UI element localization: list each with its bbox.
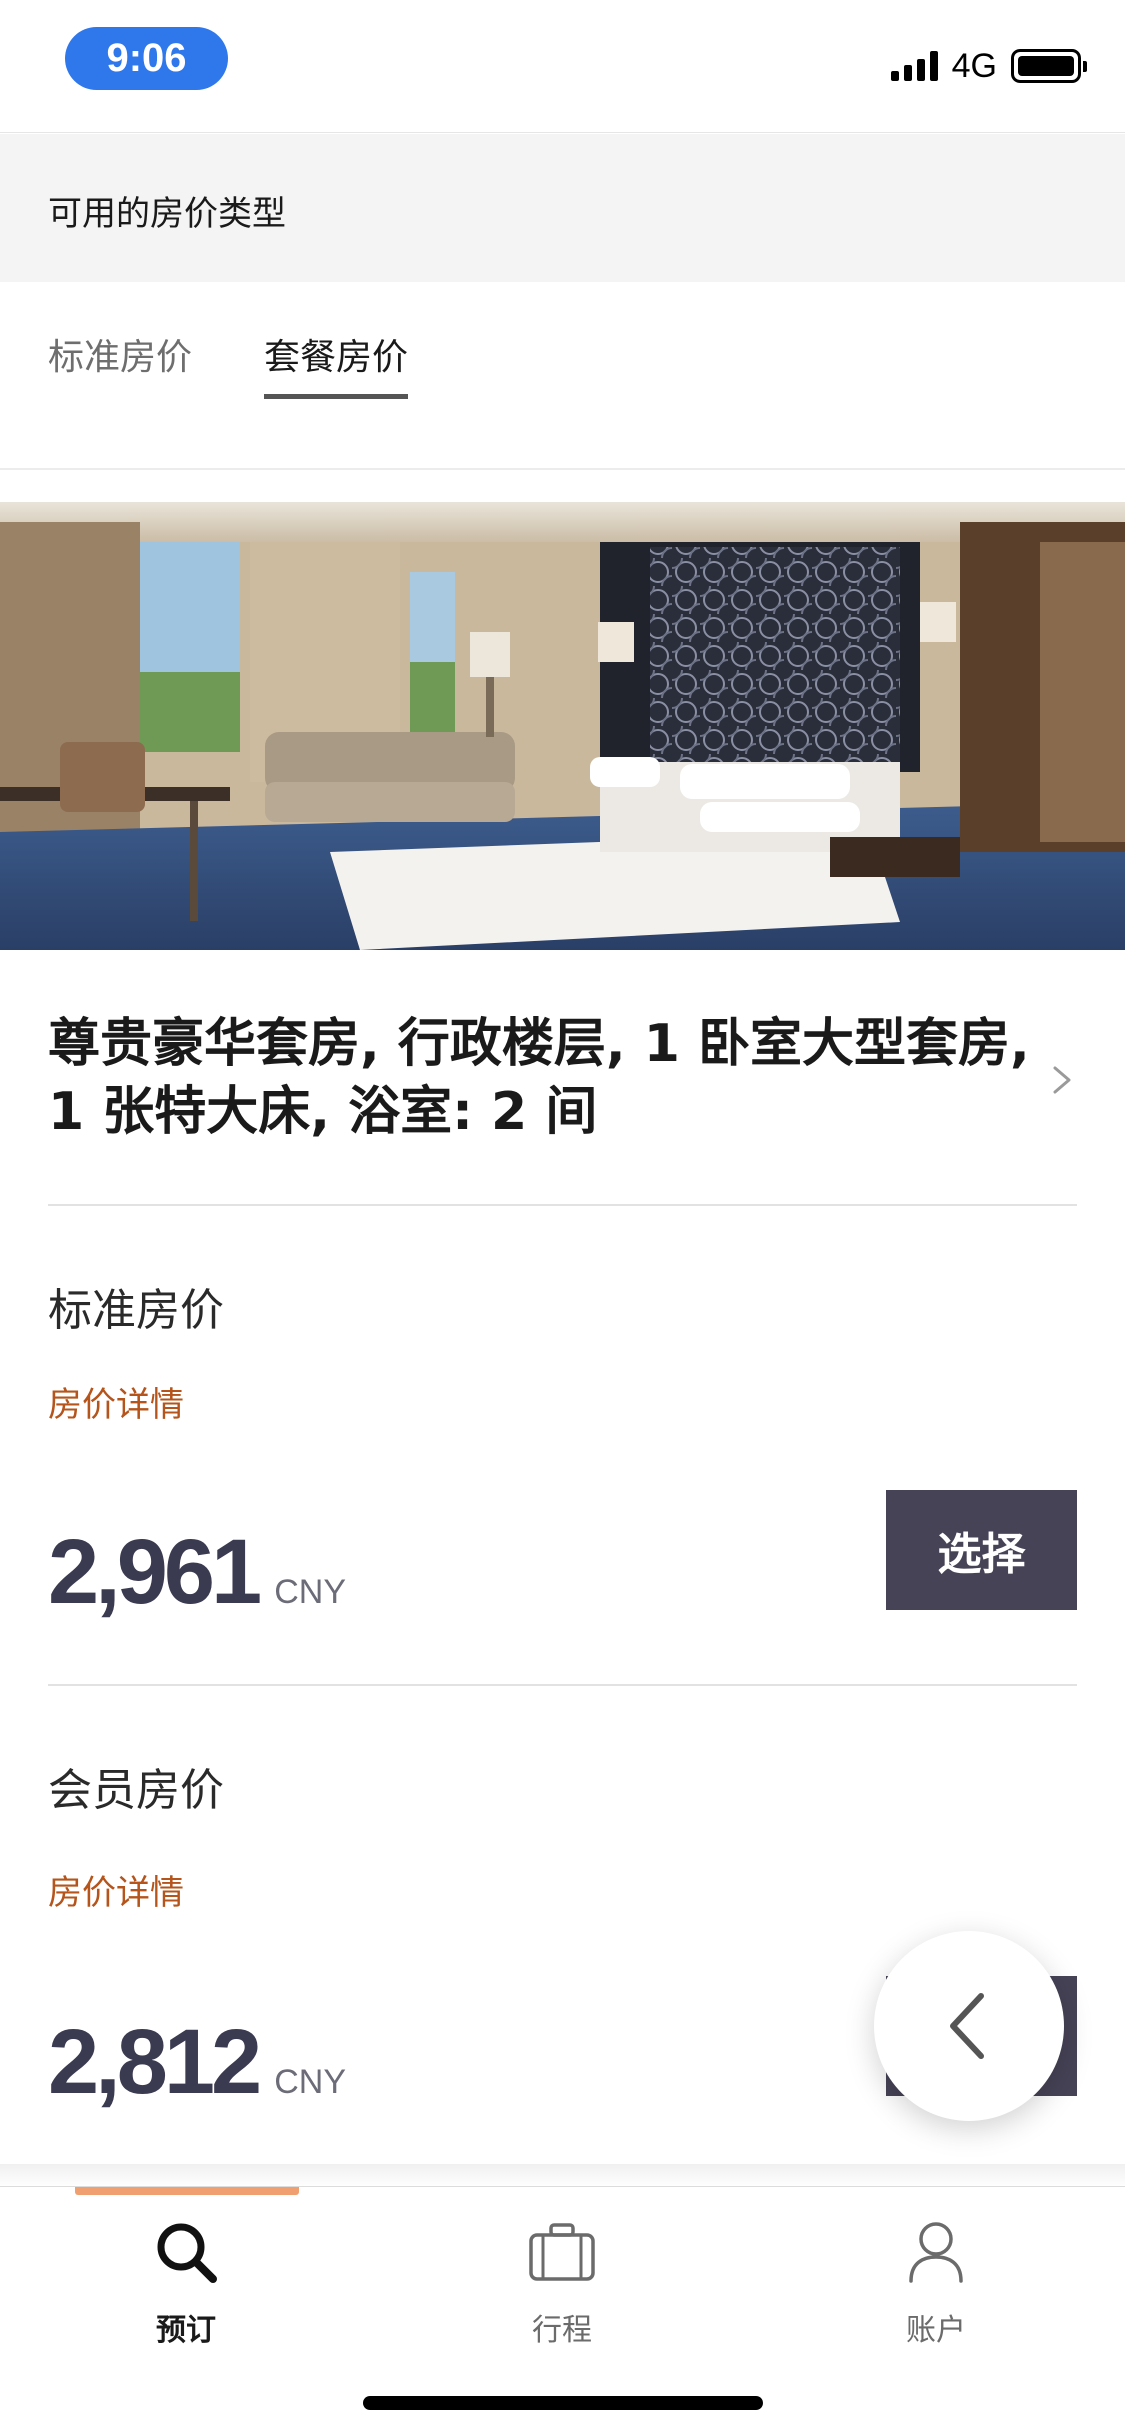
price-currency: CNY	[274, 1573, 347, 1611]
room-title-row[interactable]: 尊贵豪华套房, 行政楼层, 1 卧室大型套房, 1 张特大床, 浴室: 2 间	[0, 950, 1125, 1205]
room-title-line-2: 1 张特大床, 浴室: 2 间	[48, 1082, 598, 1142]
network-label: 4G	[951, 46, 997, 85]
home-indicator	[363, 2396, 763, 2410]
chevron-right-icon[interactable]	[1047, 1060, 1077, 1100]
rate-tabs: 标准房价 套餐房价	[0, 282, 1125, 422]
nav-label: 预订	[156, 2313, 216, 2348]
nav-label: 行程	[532, 2313, 592, 2348]
divider	[0, 2164, 1125, 2188]
status-time: 9:06	[65, 27, 228, 90]
nav-active-indicator	[75, 2187, 299, 2195]
section-header: 可用的房价类型	[0, 134, 1125, 282]
rate-price: 2,961 CNY	[48, 1520, 346, 1625]
tab-standard-rate[interactable]: 标准房价	[48, 328, 192, 394]
rate-name-member: 会员房价	[48, 1765, 224, 1816]
select-button[interactable]: 选择	[886, 1490, 1077, 1610]
rate-price: 2,812 CNY	[48, 2010, 346, 2115]
signal-icon	[890, 51, 938, 81]
section-title: 可用的房价类型	[48, 194, 286, 234]
room-title: 尊贵豪华套房, 行政楼层, 1 卧室大型套房, 1 张特大床, 浴室: 2 间	[48, 1010, 1038, 1146]
room-photo[interactable]	[0, 502, 1125, 950]
nav-label: 账户	[906, 2313, 966, 2348]
rate-details-link[interactable]: 房价详情	[48, 1865, 184, 1914]
nav-item-book[interactable]: 预订	[86, 2217, 286, 2349]
room-photo-illustration	[0, 502, 1125, 950]
nav-item-trips[interactable]: 行程	[462, 2217, 662, 2349]
price-value: 2,812	[48, 2011, 262, 2113]
rate-name-standard: 标准房价	[48, 1285, 224, 1336]
divider	[0, 422, 1125, 470]
nav-item-account[interactable]: 账户	[836, 2217, 1036, 2349]
room-title-line-1: 尊贵豪华套房, 行政楼层, 1 卧室大型套房,	[48, 1014, 1030, 1074]
briefcase-icon	[529, 2223, 595, 2281]
chevron-left-icon	[950, 1993, 984, 2059]
battery-icon	[1011, 49, 1087, 83]
rate-details-link[interactable]: 房价详情	[48, 1377, 184, 1426]
price-value: 2,961	[48, 1521, 262, 1623]
status-indicators: 4G	[890, 46, 1087, 86]
price-currency: CNY	[274, 2063, 347, 2101]
divider	[48, 1204, 1077, 1206]
tab-package-rate[interactable]: 套餐房价	[264, 328, 409, 399]
back-button[interactable]	[874, 1931, 1064, 2121]
user-icon	[909, 2222, 963, 2283]
search-icon	[157, 2223, 217, 2283]
status-bar: 9:06 4G	[0, 0, 1125, 133]
divider	[48, 1684, 1077, 1686]
